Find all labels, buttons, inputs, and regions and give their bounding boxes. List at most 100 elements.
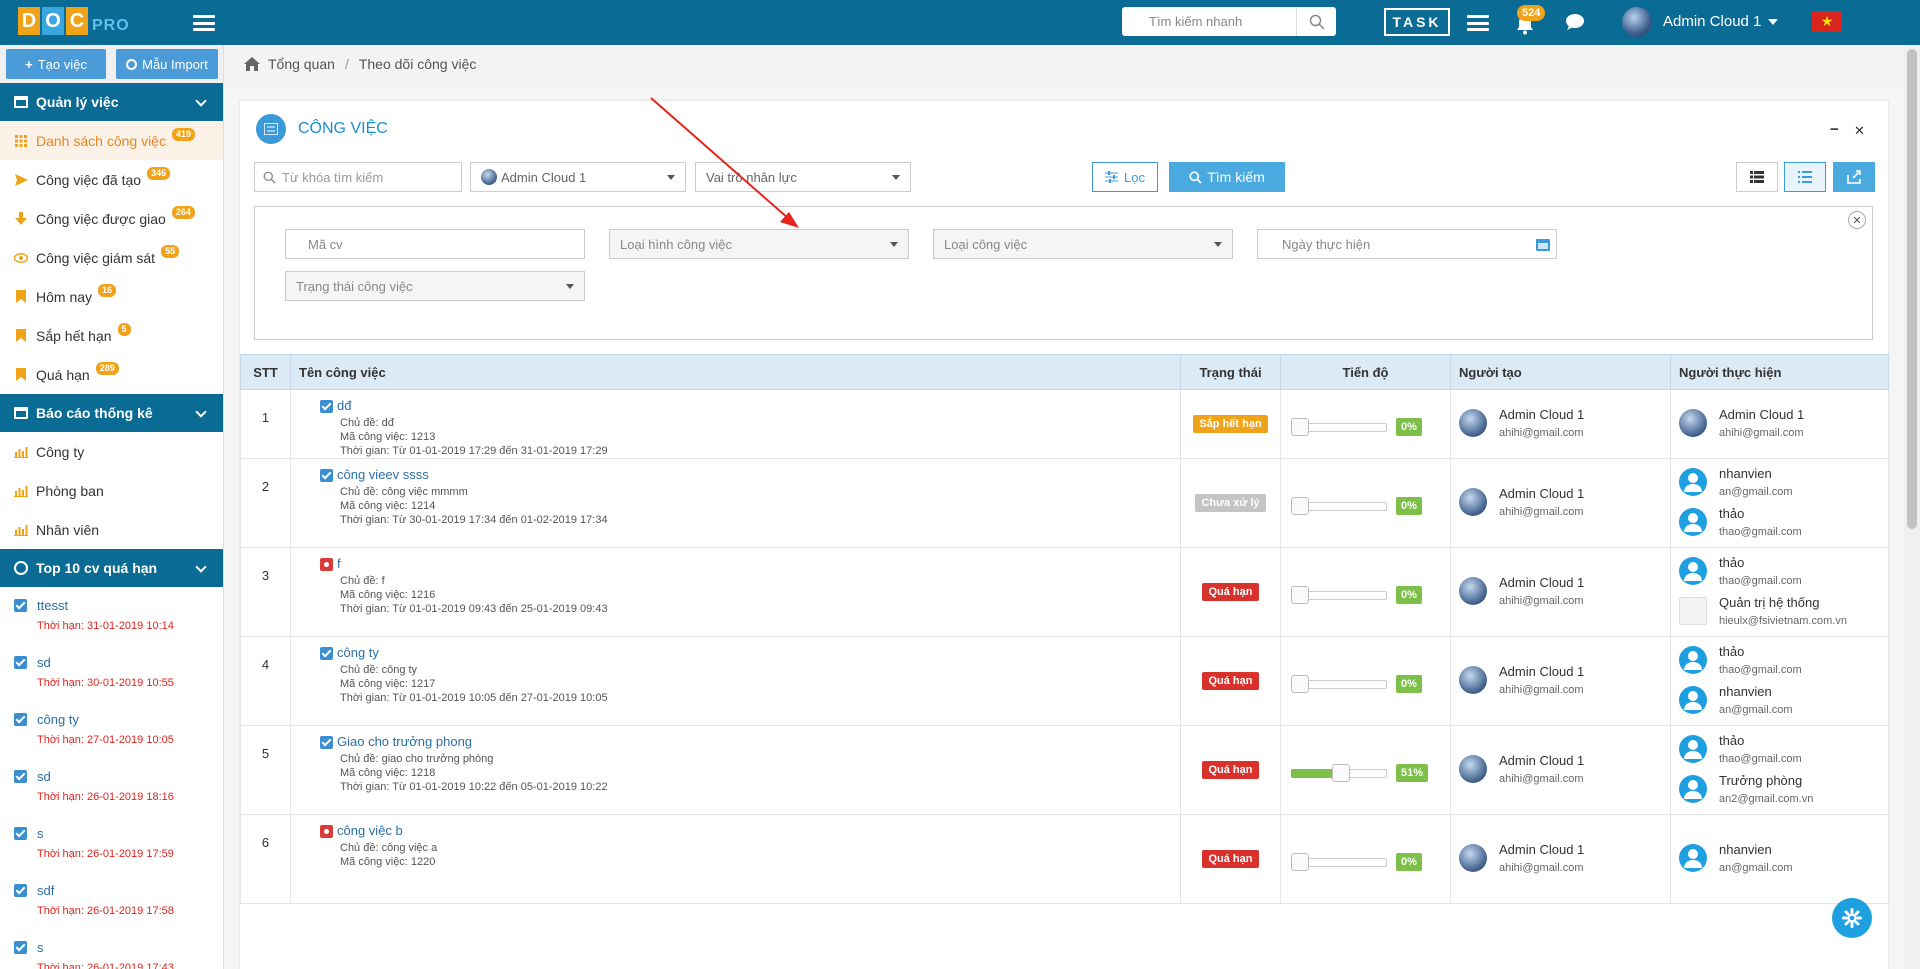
task-code-field[interactable]: Mã cv bbox=[285, 229, 585, 259]
assignee: thảo thao@gmail.com bbox=[1679, 555, 1888, 589]
overdue-task-name[interactable]: sd bbox=[37, 769, 51, 784]
settings-button[interactable] bbox=[1832, 898, 1872, 938]
overdue-task-name[interactable]: sd bbox=[37, 655, 51, 670]
apps-menu-icon[interactable] bbox=[1467, 15, 1489, 31]
table-row[interactable]: 4 công ty Chủ đề: công ty Mã công việc: 121… bbox=[240, 636, 1889, 727]
progress-slider-handle[interactable] bbox=[1291, 586, 1309, 605]
progress-slider-handle[interactable] bbox=[1291, 675, 1309, 694]
col-header-assignee[interactable]: Người thực hiện bbox=[1670, 354, 1889, 390]
overdue-list-item[interactable]: ttesst Thời hạn: 31-01-2019 10:14 bbox=[0, 587, 223, 644]
col-header-progress[interactable]: Tiến độ bbox=[1280, 354, 1451, 390]
chat-button[interactable] bbox=[1565, 13, 1585, 34]
page-scrollbar[interactable] bbox=[1904, 45, 1920, 969]
overdue-list-item[interactable]: sdf Thời hạn: 26-01-2019 17:58 bbox=[0, 872, 223, 929]
breadcrumb-home[interactable]: Tổng quan bbox=[268, 56, 335, 72]
table-row[interactable]: 2 công vieev ssss Chủ đề: công việc mmmm Mã… bbox=[240, 458, 1889, 549]
table-row[interactable]: 1 dđ Chủ đề: dđ Mã công việc: 1213 Thời gian… bbox=[240, 388, 1889, 460]
overdue-list-item[interactable]: sd Thời hạn: 26-01-2019 18:16 bbox=[0, 758, 223, 815]
overdue-list-item[interactable]: sd Thời hạn: 30-01-2019 10:55 bbox=[0, 644, 223, 701]
section-header-reports[interactable]: Báo cáo thống kê bbox=[0, 394, 223, 432]
sidebar-item-task-0[interactable]: Danh sách công việc 419 bbox=[0, 121, 223, 160]
table-row[interactable]: 5 Giao cho trưởng phong Chủ đề: giao cho t… bbox=[240, 725, 1889, 816]
caret-down-icon bbox=[1214, 242, 1222, 247]
language-flag-vn[interactable]: ★ bbox=[1812, 11, 1842, 32]
section-header-task-management[interactable]: Quản lý việc bbox=[0, 83, 223, 121]
sidebar-toggle-menu-icon[interactable] bbox=[193, 15, 215, 31]
advanced-filter-close-button[interactable]: ✕ bbox=[1848, 211, 1866, 229]
table-row[interactable]: 6 công việc b Chủ đề: công việc a Mã công v… bbox=[240, 814, 1889, 905]
section-header-top-overdue[interactable]: Top 10 cv quá hạn bbox=[0, 549, 223, 587]
task-cell: công ty Chủ đề: công ty Mã công việc: 1217… bbox=[290, 636, 1181, 727]
record-icon[interactable] bbox=[320, 558, 333, 572]
export-button[interactable] bbox=[1833, 162, 1875, 192]
creator: Admin Cloud 1 ahihi@gmail.com bbox=[1459, 842, 1670, 876]
user-avatar[interactable] bbox=[1622, 7, 1652, 37]
col-header-task-name[interactable]: Tên công việc bbox=[290, 354, 1181, 390]
app-logo[interactable]: D O C PRO bbox=[18, 7, 130, 35]
task-name-link[interactable]: Giao cho trưởng phong bbox=[337, 734, 472, 749]
scrollbar-thumb[interactable] bbox=[1907, 49, 1917, 529]
user-name[interactable]: Admin Cloud 1 bbox=[1663, 13, 1761, 30]
import-template-button[interactable]: Mẫu Import bbox=[116, 49, 218, 79]
keyword-search-field[interactable]: Từ khóa tìm kiếm bbox=[254, 162, 462, 192]
task-code: Mã công việc: 1216 bbox=[340, 589, 436, 602]
overdue-task-name[interactable]: s bbox=[37, 826, 44, 841]
progress-cell: 0% bbox=[1280, 636, 1451, 727]
task-topic: Chủ đề: công ty bbox=[340, 664, 418, 677]
quick-search-button[interactable] bbox=[1296, 7, 1336, 36]
col-header-creator[interactable]: Người tạo bbox=[1450, 354, 1671, 390]
overdue-list-item[interactable]: s Thời hạn: 26-01-2019 17:43 bbox=[0, 929, 223, 969]
checkbox-checked-icon[interactable] bbox=[320, 400, 333, 414]
overdue-task-name[interactable]: công ty bbox=[37, 712, 79, 727]
sidebar-item-report-2[interactable]: Nhân viên bbox=[0, 510, 223, 549]
progress-slider-handle[interactable] bbox=[1332, 764, 1350, 783]
sidebar-item-task-5[interactable]: Sắp hết hạn 5 bbox=[0, 316, 223, 355]
panel-close-button[interactable]: ✕ bbox=[1854, 123, 1865, 139]
filter-button[interactable]: Lọc bbox=[1092, 162, 1158, 192]
create-task-button[interactable]: + Tạo việc bbox=[6, 49, 106, 79]
task-name-link[interactable]: f bbox=[337, 556, 341, 571]
task-type-select[interactable]: Loại công việc bbox=[933, 229, 1233, 259]
progress-slider-handle[interactable] bbox=[1291, 418, 1309, 437]
detail-view-button[interactable] bbox=[1784, 162, 1826, 192]
search-button[interactable]: Tìm kiếm bbox=[1169, 162, 1285, 192]
col-header-status[interactable]: Trạng thái bbox=[1180, 354, 1281, 390]
overdue-list-item[interactable]: s Thời hạn: 26-01-2019 17:59 bbox=[0, 815, 223, 872]
record-icon[interactable] bbox=[320, 825, 333, 839]
progress-slider-handle[interactable] bbox=[1291, 853, 1309, 872]
overdue-task-name[interactable]: s bbox=[37, 940, 44, 955]
quick-search-input[interactable] bbox=[1122, 7, 1298, 36]
user-menu-caret-icon[interactable] bbox=[1768, 19, 1778, 25]
checkbox-checked-icon[interactable] bbox=[320, 469, 333, 483]
assignee-email: hieulx@fsivietnam.com.vn bbox=[1719, 615, 1847, 628]
date-field[interactable]: Ngày thực hiện bbox=[1257, 229, 1557, 259]
sidebar-item-task-3[interactable]: Công việc giám sát 55 bbox=[0, 238, 223, 277]
form-type-select[interactable]: Loại hình công việc bbox=[609, 229, 909, 259]
col-header-stt[interactable]: STT bbox=[240, 354, 291, 390]
sidebar-item-task-1[interactable]: Công việc đã tạo 346 bbox=[0, 160, 223, 199]
user-select[interactable]: Admin Cloud 1 bbox=[470, 162, 686, 192]
task-name-link[interactable]: công vieev ssss bbox=[337, 467, 429, 482]
overdue-list-item[interactable]: công ty Thời hạn: 27-01-2019 10:05 bbox=[0, 701, 223, 758]
list-view-button[interactable] bbox=[1736, 162, 1778, 192]
sidebar-item-report-0[interactable]: Công ty bbox=[0, 432, 223, 471]
task-topic: Chủ đề: f bbox=[340, 575, 385, 588]
role-select[interactable]: Vai trò nhân lực bbox=[695, 162, 911, 192]
checkbox-checked-icon[interactable] bbox=[320, 736, 333, 750]
sidebar-item-task-2[interactable]: Công việc được giao 264 bbox=[0, 199, 223, 238]
task-name-link[interactable]: công việc b bbox=[337, 823, 403, 838]
panel-minimize-button[interactable]: − bbox=[1830, 121, 1839, 138]
task-app-button[interactable]: TASK bbox=[1384, 8, 1450, 36]
task-name-link[interactable]: công ty bbox=[337, 645, 379, 660]
sidebar-item-task-6[interactable]: Quá hạn 289 bbox=[0, 355, 223, 394]
sidebar-item-task-4[interactable]: Hôm nay 16 bbox=[0, 277, 223, 316]
checkbox-checked-icon[interactable] bbox=[320, 647, 333, 661]
progress-slider-handle[interactable] bbox=[1291, 497, 1309, 516]
overdue-task-name[interactable]: ttesst bbox=[37, 598, 68, 613]
creator-cell: Admin Cloud 1 ahihi@gmail.com bbox=[1450, 814, 1671, 905]
overdue-task-name[interactable]: sdf bbox=[37, 883, 54, 898]
table-row[interactable]: 3 f Chủ đề: f Mã công việc: 1216 Thời gian: … bbox=[240, 547, 1889, 638]
task-name-link[interactable]: dđ bbox=[337, 398, 351, 413]
task-status-select[interactable]: Trạng thái công việc bbox=[285, 271, 585, 301]
sidebar-item-report-1[interactable]: Phòng ban bbox=[0, 471, 223, 510]
